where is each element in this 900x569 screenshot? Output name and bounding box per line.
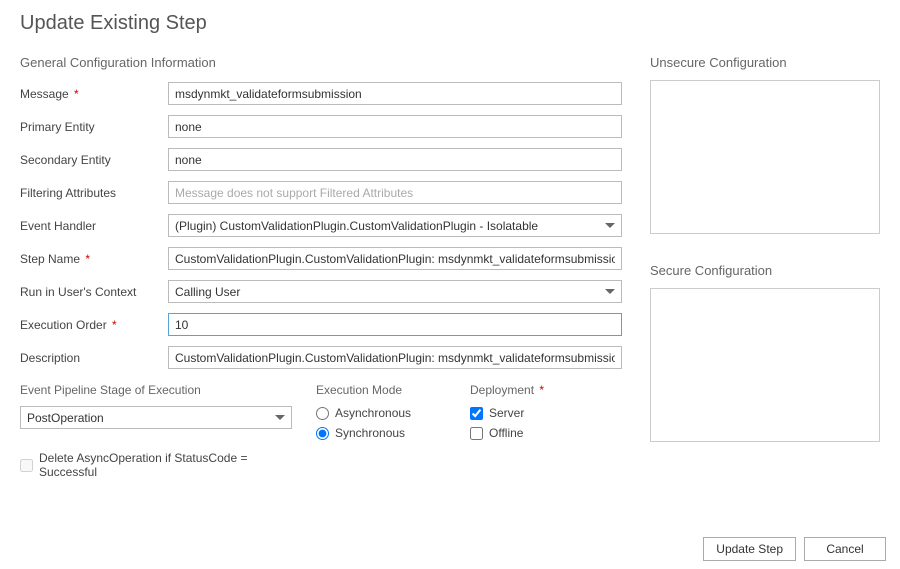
async-label: Asynchronous	[335, 406, 411, 420]
row-step-name: Step Name *	[20, 247, 622, 270]
server-check-row[interactable]: Server	[470, 406, 590, 420]
execution-order-input[interactable]	[168, 313, 622, 336]
secondary-entity-input[interactable]	[168, 148, 622, 171]
mid-section: Event Pipeline Stage of Execution PostOp…	[20, 383, 622, 479]
label-filtering-attributes: Filtering Attributes	[20, 186, 168, 200]
row-execution-order: Execution Order *	[20, 313, 622, 336]
row-run-in-context: Run in User's Context Calling User	[20, 280, 622, 303]
description-input[interactable]	[168, 346, 622, 369]
left-column: General Configuration Information Messag…	[20, 55, 622, 479]
offline-checkbox[interactable]	[470, 427, 483, 440]
row-description: Description	[20, 346, 622, 369]
label-description: Description	[20, 351, 168, 365]
secure-config-textarea[interactable]	[650, 288, 880, 442]
label-message: Message *	[20, 87, 168, 101]
filtering-attributes-input	[168, 181, 622, 204]
delete-async-row: Delete AsyncOperation if StatusCode = Su…	[20, 451, 292, 479]
label-event-handler: Event Handler	[20, 219, 168, 233]
label-step-name-text: Step Name	[20, 252, 80, 266]
required-marker: *	[109, 318, 117, 332]
sync-radio[interactable]	[316, 427, 329, 440]
row-secondary-entity: Secondary Entity	[20, 148, 622, 171]
label-secondary-entity: Secondary Entity	[20, 153, 168, 167]
deployment-block: Deployment * Server Offline	[470, 383, 590, 479]
required-marker: *	[82, 252, 90, 266]
delete-async-checkbox	[20, 459, 33, 472]
run-in-context-select[interactable]: Calling User	[168, 280, 622, 303]
secure-block: Secure Configuration	[650, 263, 880, 445]
required-marker: *	[536, 383, 544, 397]
server-checkbox[interactable]	[470, 407, 483, 420]
row-event-handler: Event Handler (Plugin) CustomValidationP…	[20, 214, 622, 237]
offline-check-row[interactable]: Offline	[470, 426, 590, 440]
async-radio-row[interactable]: Asynchronous	[316, 406, 446, 420]
page-title: Update Existing Step	[20, 12, 880, 35]
label-primary-entity: Primary Entity	[20, 120, 168, 134]
general-config-header: General Configuration Information	[20, 55, 622, 70]
offline-label: Offline	[489, 426, 523, 440]
execution-mode-block: Execution Mode Asynchronous Synchronous	[316, 383, 446, 479]
button-bar: Update Step Cancel	[703, 537, 886, 561]
message-input[interactable]	[168, 82, 622, 105]
sync-label: Synchronous	[335, 426, 405, 440]
pipeline-stage-select[interactable]: PostOperation	[20, 406, 292, 429]
step-name-input[interactable]	[168, 247, 622, 270]
label-execution-order-text: Execution Order	[20, 318, 107, 332]
label-step-name: Step Name *	[20, 252, 168, 266]
execution-mode-header: Execution Mode	[316, 383, 446, 397]
row-primary-entity: Primary Entity	[20, 115, 622, 138]
unsecure-config-textarea[interactable]	[650, 80, 880, 234]
row-filtering-attributes: Filtering Attributes	[20, 181, 622, 204]
async-radio[interactable]	[316, 407, 329, 420]
right-column: Unsecure Configuration Secure Configurat…	[650, 55, 880, 479]
pipeline-block: Event Pipeline Stage of Execution PostOp…	[20, 383, 292, 479]
server-label: Server	[489, 406, 524, 420]
update-step-button[interactable]: Update Step	[703, 537, 796, 561]
delete-async-label: Delete AsyncOperation if StatusCode = Su…	[39, 451, 292, 479]
event-handler-select[interactable]: (Plugin) CustomValidationPlugin.CustomVa…	[168, 214, 622, 237]
required-marker: *	[71, 87, 79, 101]
cancel-button[interactable]: Cancel	[804, 537, 886, 561]
label-message-text: Message	[20, 87, 69, 101]
primary-entity-input[interactable]	[168, 115, 622, 138]
deployment-header: Deployment *	[470, 383, 590, 397]
secure-header: Secure Configuration	[650, 263, 880, 278]
deployment-header-text: Deployment	[470, 383, 534, 397]
sync-radio-row[interactable]: Synchronous	[316, 426, 446, 440]
label-execution-order: Execution Order *	[20, 318, 168, 332]
unsecure-block: Unsecure Configuration	[650, 55, 880, 237]
unsecure-header: Unsecure Configuration	[650, 55, 880, 70]
label-run-in-context: Run in User's Context	[20, 285, 168, 299]
row-message: Message *	[20, 82, 622, 105]
pipeline-header: Event Pipeline Stage of Execution	[20, 383, 292, 397]
